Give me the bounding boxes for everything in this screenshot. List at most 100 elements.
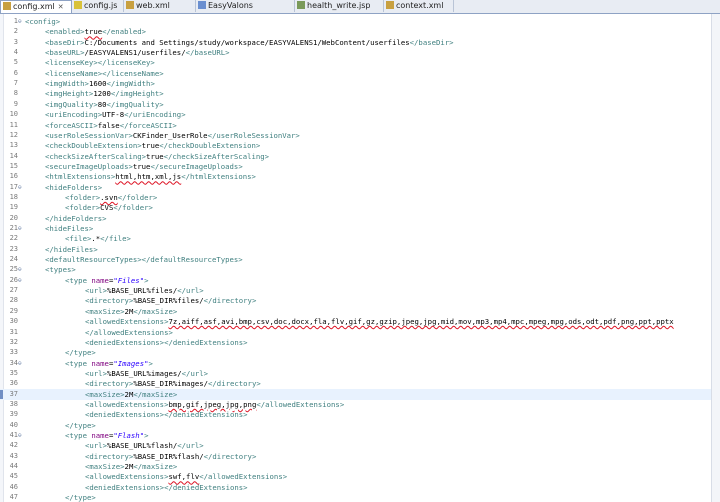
fold-toggle-icon[interactable]: ⊖ <box>18 16 23 27</box>
xml-tag: <allowedExtensions> <box>85 472 169 482</box>
tab-config-xml[interactable]: config.xml ✕ <box>0 0 72 13</box>
close-icon[interactable]: ✕ <box>58 3 64 11</box>
code-line[interactable]: 42 <url>%BASE_URL%flash/</url> <box>0 440 711 451</box>
code-line[interactable]: 17 ⊖ <hideFolders> <box>0 182 711 193</box>
fold-toggle-icon[interactable]: ⊖ <box>18 430 23 441</box>
code-line[interactable]: 37 <maxSize>2M</maxSize> <box>0 388 711 400</box>
line-number: 29 <box>9 306 18 315</box>
xml-source-editor[interactable]: 1 ⊖ <config> 2 <enabled>true</enabled> 3 <base… <box>0 14 720 502</box>
code-text: <checkDoubleExtension>true</checkDoubleE… <box>45 140 260 151</box>
xml-tag: </hideFiles> <box>45 244 98 254</box>
xml-tag: </type> <box>65 420 96 430</box>
xml-text: true <box>132 161 151 171</box>
code-line[interactable]: 24 <defaultResourceTypes></defaultResourc… <box>0 254 711 265</box>
xml-tag: <folder> <box>65 203 101 213</box>
code-line[interactable]: 20 </hideFolders> <box>0 213 711 224</box>
code-line[interactable]: 7 <imgWidth>1600</imgWidth> <box>0 78 711 89</box>
xml-text: /EASYVALENS1/userfiles/ <box>84 48 186 58</box>
xml-tag: </file> <box>100 234 131 244</box>
code-line[interactable]: 29 <maxSize>2M</maxSize> <box>0 306 711 317</box>
code-line[interactable]: 26 ⊖ <type name="Files"> <box>0 275 711 286</box>
code-line[interactable]: 30 <allowedExtensions>7z,aiff,asf,avi,bmp… <box>0 316 711 327</box>
fold-toggle-icon[interactable]: ⊖ <box>18 264 23 275</box>
xml-tag: <imgHeight> <box>45 89 94 99</box>
fold-toggle-icon[interactable]: ⊖ <box>18 358 23 369</box>
code-text: <secureImageUploads>true</secureImageUpl… <box>45 161 243 172</box>
code-line[interactable]: 18 <folder>.svn</folder> <box>0 192 711 203</box>
code-line[interactable]: 34 ⊖ <type name="Images"> <box>0 358 711 369</box>
code-text: <hideFiles> <box>45 223 93 234</box>
code-line[interactable]: 43 <directory>%BASE_DIR%flash/</directory… <box>0 451 711 462</box>
xml-tag: <defaultResourceTypes></defaultResourceT… <box>45 255 243 265</box>
line-number: 22 <box>9 234 18 243</box>
code-line[interactable]: 40 </type> <box>0 420 711 431</box>
xml-tag: </forceASCII> <box>119 120 177 130</box>
code-line[interactable]: 19 <folder>CVS</folder> <box>0 202 711 213</box>
code-line[interactable]: 39 <deniedExtensions></deniedExtensions> <box>0 409 711 420</box>
code-line[interactable]: 35 <url>%BASE_URL%images/</url> <box>0 368 711 379</box>
xml-tag: > <box>144 275 149 285</box>
xml-tag: <hideFolders> <box>45 182 103 192</box>
code-line[interactable]: 41 ⊖ <type name="Flash"> <box>0 430 711 441</box>
code-line[interactable]: 28 <directory>%BASE_DIR%files/</directory… <box>0 295 711 306</box>
code-line[interactable]: 9 <imgQuality>80</imgQuality> <box>0 99 711 110</box>
xml-text: 80 <box>97 99 107 109</box>
code-line[interactable]: 21 ⊖ <hideFiles> <box>0 223 711 234</box>
tab-health-write-jsp[interactable]: health_write.jsp <box>295 0 384 12</box>
line-number: 2 <box>13 27 18 36</box>
code-text: </type> <box>65 420 96 431</box>
code-line[interactable]: 32 <deniedExtensions></deniedExtensions> <box>0 337 711 348</box>
code-line[interactable]: 23 </hideFiles> <box>0 244 711 255</box>
code-line[interactable]: 4 <baseURL>/EASYVALENS1/userfiles/</baseU… <box>0 47 711 58</box>
code-line[interactable]: 45 <allowedExtensions>swf,flv</allowedExt… <box>0 471 711 482</box>
code-line[interactable]: 15 <secureImageUploads>true</secureImageU… <box>0 161 711 172</box>
fold-toggle-icon[interactable]: ⊖ <box>18 275 23 286</box>
code-line[interactable]: 33 </type> <box>0 347 711 358</box>
code-line[interactable]: 5 <licenseKey></licenseKey> <box>0 57 711 68</box>
xml-file-icon <box>126 1 134 9</box>
line-number: 31 <box>9 327 18 336</box>
xml-text: CVS <box>100 203 114 213</box>
code-text: <licenseKey></licenseKey> <box>45 57 155 68</box>
line-number: 24 <box>9 255 18 264</box>
code-line[interactable]: 10 <uriEncoding>UTF-8</uriEncoding> <box>0 109 711 120</box>
code-line[interactable]: 38 <allowedExtensions>bmp,gif,jpeg,jpg,pn… <box>0 399 711 410</box>
code-line[interactable]: 3 <baseDir>C:/Documents and Settings/stud… <box>0 37 711 48</box>
code-line[interactable]: 8 <imgHeight>1200</imgHeight> <box>0 88 711 99</box>
fold-toggle-icon[interactable]: ⊖ <box>18 223 23 234</box>
tab-label: context.xml <box>396 1 444 10</box>
xml-tag: </hideFolders> <box>45 213 107 223</box>
xml-tag: </checkDoubleExtension> <box>159 141 261 151</box>
code-line[interactable]: 6 <licenseName></licenseName> <box>0 68 711 79</box>
overview-ruler[interactable] <box>711 14 720 502</box>
fold-toggle-icon[interactable]: ⊖ <box>18 182 23 193</box>
code-line[interactable]: 31 </allowedExtensions> <box>0 327 711 338</box>
code-line[interactable]: 11 <forceASCII>false</forceASCII> <box>0 120 711 131</box>
code-line[interactable]: 14 <checkSizeAfterScaling>true</checkSize… <box>0 151 711 162</box>
tab-context-xml[interactable]: context.xml <box>384 0 454 12</box>
xml-tag: <licenseName></licenseName> <box>45 68 164 78</box>
code-line[interactable]: 27 <url>%BASE_URL%files/</url> <box>0 285 711 296</box>
xml-tag: <checkSizeAfterScaling> <box>45 151 147 161</box>
tab-web-xml[interactable]: web.xml <box>124 0 196 12</box>
code-line[interactable]: 2 <enabled>true</enabled> <box>0 26 711 37</box>
xml-text: false <box>97 120 120 130</box>
code-line[interactable]: 36 <directory>%BASE_DIR%images/</director… <box>0 378 711 389</box>
code-text: <checkSizeAfterScaling>true</checkSizeAf… <box>45 151 269 162</box>
xml-tag: <secureImageUploads> <box>45 161 133 171</box>
xml-attribute: name <box>91 275 109 285</box>
tab-config-js[interactable]: config.js <box>72 0 124 12</box>
code-line[interactable]: 22 <file>.*</file> <box>0 233 711 244</box>
xml-text: %BASE_URL%files/ <box>106 286 178 296</box>
code-line[interactable]: 1 ⊖ <config> <box>0 16 711 27</box>
code-line[interactable]: 46 <deniedExtensions></deniedExtensions> <box>0 482 711 493</box>
code-line[interactable]: 16 <htmlExtensions>html,htm,xml,js</htmlE… <box>0 171 711 182</box>
code-line[interactable]: 47 </type> <box>0 492 711 502</box>
code-text: <baseURL>/EASYVALENS1/userfiles/</baseUR… <box>45 47 230 58</box>
code-line[interactable]: 13 <checkDoubleExtension>true</checkDoubl… <box>0 140 711 151</box>
tab-easyvalons[interactable]: EasyValons <box>196 0 295 12</box>
code-line[interactable]: 25 ⊖ <types> <box>0 264 711 275</box>
code-line[interactable]: 44 <maxSize>2M</maxSize> <box>0 461 711 472</box>
code-text: <uriEncoding>UTF-8</uriEncoding> <box>45 109 186 120</box>
code-line[interactable]: 12 <userRoleSessionVar>CKFinder_UserRole<… <box>0 130 711 141</box>
